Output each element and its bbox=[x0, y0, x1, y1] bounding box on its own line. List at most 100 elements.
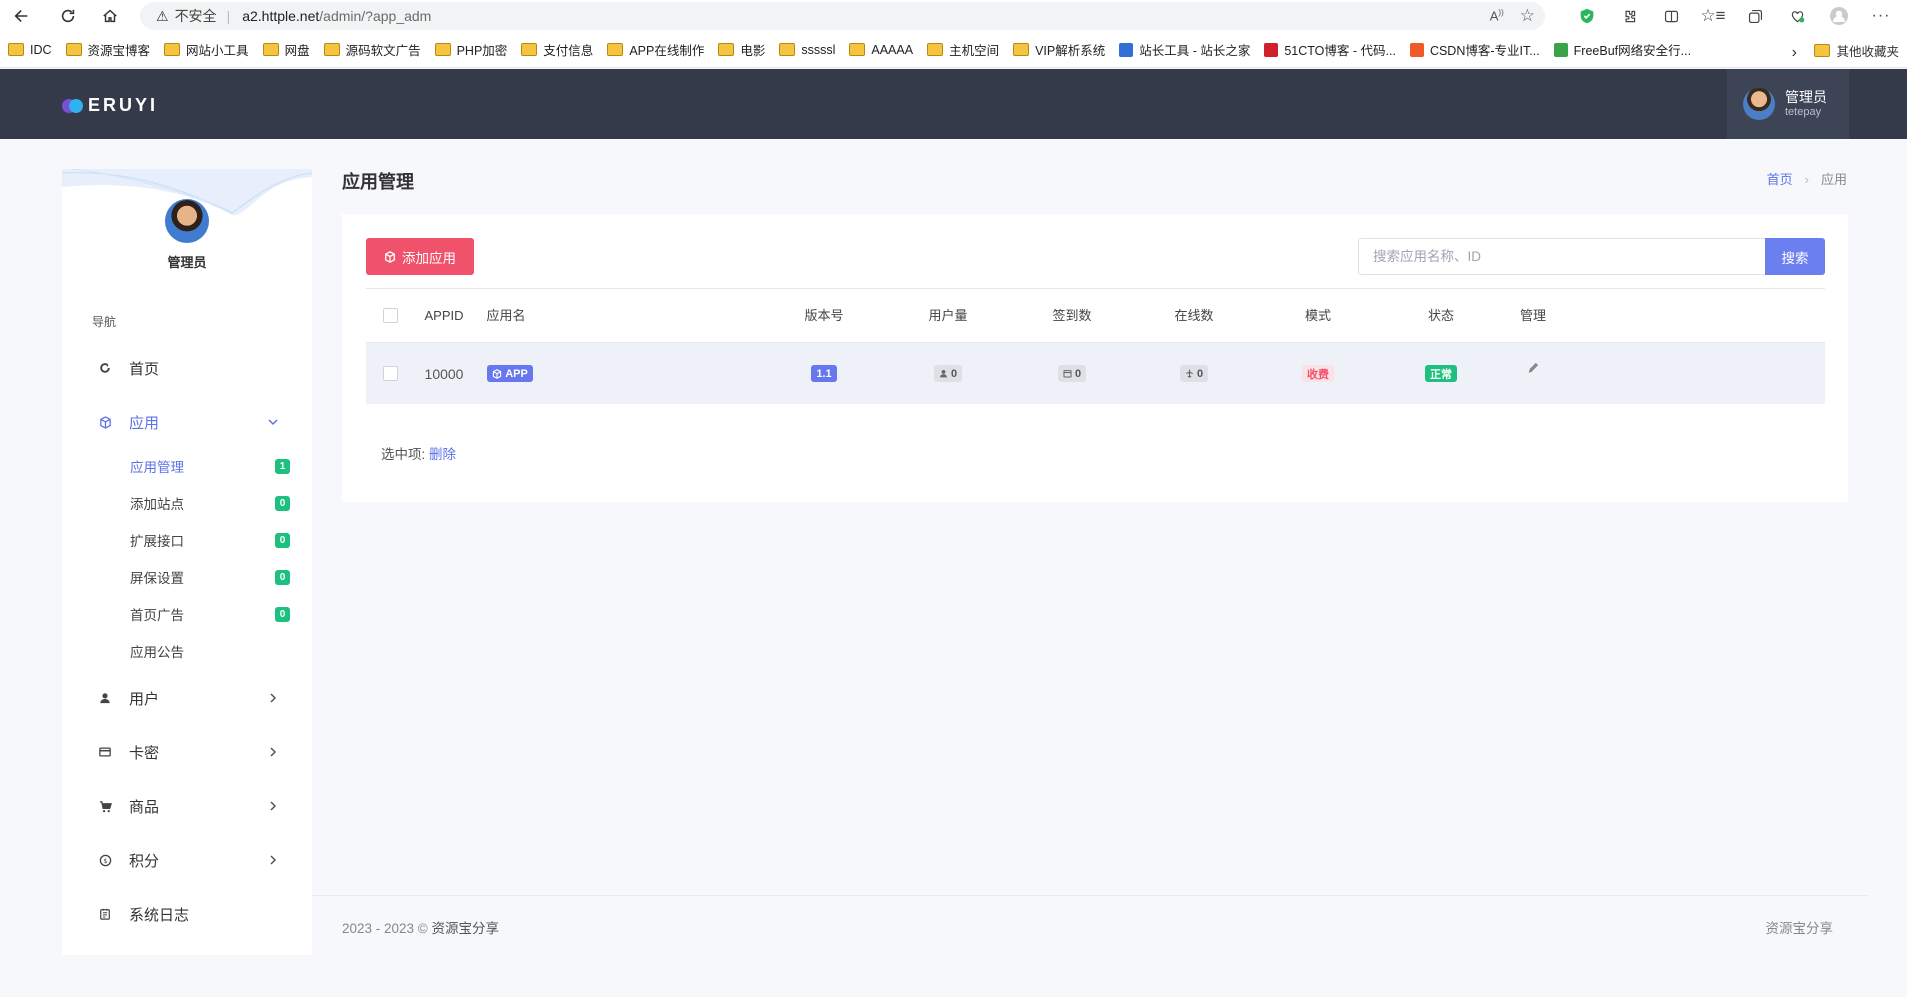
column-header[interactable]: 版本号 bbox=[794, 289, 854, 343]
plane-icon bbox=[1186, 369, 1193, 378]
read-aloud-icon[interactable]: A)) bbox=[1490, 8, 1504, 23]
bookmark-label: 51CTO博客 - 代码... bbox=[1284, 44, 1396, 58]
search-button[interactable]: 搜索 bbox=[1765, 238, 1825, 275]
profile-avatar[interactable] bbox=[165, 199, 209, 243]
column-header[interactable]: APPID bbox=[416, 289, 472, 343]
sidebar-item-apps[interactable]: 应用 bbox=[62, 402, 312, 442]
extensions-icon[interactable] bbox=[1619, 6, 1639, 26]
bookmark-item[interactable]: PHP加密 bbox=[434, 40, 508, 59]
sub-item-extension-api[interactable]: 扩展接口 0 bbox=[130, 527, 290, 553]
folder-icon bbox=[1814, 44, 1831, 57]
sidebar-item-products[interactable]: 商品 bbox=[62, 786, 312, 826]
bookmark-item[interactable]: 资源宝博客 bbox=[65, 40, 151, 59]
bookmark-label: 站长工具 - 站长之家 bbox=[1139, 44, 1251, 58]
column-header[interactable]: 用户量 bbox=[918, 289, 978, 343]
bookmark-label: 源码软文广告 bbox=[345, 44, 421, 58]
sub-item-screensaver[interactable]: 屏保设置 0 bbox=[130, 564, 290, 590]
bookmark-item[interactable]: 电影 bbox=[718, 40, 765, 59]
column-header[interactable]: 状态 bbox=[1411, 289, 1471, 343]
split-screen-icon[interactable] bbox=[1661, 6, 1681, 26]
sub-item-add-site[interactable]: 添加站点 0 bbox=[130, 490, 290, 516]
sidebar-item-users[interactable]: 用户 bbox=[62, 678, 312, 718]
bookmark-item[interactable]: 51CTO博客 - 代码... bbox=[1264, 40, 1396, 59]
sidebar-item-cards[interactable]: 卡密 bbox=[62, 732, 312, 772]
table-row[interactable]: 10000 APP 1.1 0 0 0 收费 正常 bbox=[366, 343, 1825, 404]
address-bar[interactable]: ⚠ 不安全 | a2.httple.net /admin/?app_adm A)… bbox=[140, 2, 1545, 30]
bookmark-label: 资源宝博客 bbox=[87, 44, 151, 58]
cell-manage bbox=[1503, 343, 1563, 404]
cart-icon bbox=[98, 799, 112, 813]
bookmark-item[interactable]: APP在线制作 bbox=[607, 40, 704, 59]
bookmarks-bar: IDC 资源宝博客 网站小工具 网盘 源码软文广告 PHP加密 支付信息 APP在线制作 电影 s… bbox=[0, 32, 1907, 68]
column-header[interactable]: 模式 bbox=[1288, 289, 1348, 343]
count-badge: 0 bbox=[275, 607, 290, 622]
select-all-checkbox[interactable] bbox=[383, 308, 398, 323]
bookmark-item[interactable]: 网盘 bbox=[262, 40, 310, 59]
logo[interactable]: ERUYI bbox=[62, 95, 158, 116]
profile-icon[interactable] bbox=[1829, 6, 1849, 26]
app-name-badge[interactable]: APP bbox=[487, 365, 533, 382]
other-bookmarks[interactable]: 其他收藏夹 bbox=[1814, 41, 1899, 60]
breadcrumb-home-link[interactable]: 首页 bbox=[1767, 172, 1793, 187]
breadcrumb: 首页 › 应用 bbox=[1767, 169, 1847, 188]
avatar bbox=[1743, 88, 1775, 120]
search-input[interactable] bbox=[1358, 238, 1766, 275]
performance-icon[interactable] bbox=[1787, 6, 1807, 26]
bookmark-item[interactable]: 主机空间 bbox=[927, 40, 999, 59]
bookmark-item[interactable]: sssssl bbox=[779, 43, 835, 57]
bookmark-item[interactable]: AAAAA bbox=[849, 43, 913, 57]
bookmark-label: FreeBuf网络安全行... bbox=[1573, 44, 1692, 58]
row-checkbox[interactable] bbox=[383, 366, 398, 381]
bookmark-item[interactable]: IDC bbox=[8, 43, 52, 57]
bookmark-item[interactable]: VIP解析系统 bbox=[1013, 40, 1105, 59]
version-badge: 1.1 bbox=[811, 365, 837, 382]
url-host: a2.httple.net bbox=[242, 8, 320, 24]
footer-copyright: 2023 - 2023 © 资源宝分享 bbox=[342, 921, 500, 936]
collections-icon[interactable] bbox=[1745, 6, 1765, 26]
selected-label: 选中项: bbox=[381, 447, 426, 462]
url-path: /admin/?app_adm bbox=[319, 8, 432, 24]
bookmark-label: PHP加密 bbox=[456, 44, 508, 58]
bookmark-item[interactable]: FreeBuf网络安全行... bbox=[1553, 40, 1692, 59]
chevron-right-icon bbox=[270, 747, 277, 757]
chevron-down-icon bbox=[268, 419, 278, 426]
bookmark-item[interactable]: CSDN博客-专业IT... bbox=[1409, 40, 1540, 59]
bookmark-item[interactable]: 站长工具 - 站长之家 bbox=[1119, 40, 1250, 59]
sub-item-app-management[interactable]: 应用管理 1 bbox=[130, 453, 290, 479]
sidebar-item-home[interactable]: 首页 bbox=[62, 348, 312, 388]
logo-mark-icon bbox=[62, 98, 84, 114]
user-menu[interactable]: 管理员 tetepay bbox=[1727, 69, 1849, 139]
cell-appid: 10000 bbox=[424, 365, 464, 382]
add-app-button[interactable]: 添加应用 bbox=[366, 238, 474, 275]
sidebar-item-system-log[interactable]: 系统日志 bbox=[62, 894, 312, 934]
home-icon[interactable] bbox=[94, 0, 126, 32]
folder-icon bbox=[1013, 43, 1030, 56]
back-icon[interactable] bbox=[6, 0, 38, 32]
bookmark-item[interactable]: 支付信息 bbox=[521, 40, 593, 59]
edit-pencil-icon[interactable] bbox=[1527, 361, 1540, 374]
footer-brand-link[interactable]: 资源宝分享 bbox=[432, 921, 500, 936]
cell-app-name[interactable]: APP bbox=[487, 343, 533, 404]
app-list-card: 添加应用 搜索 APPID 应用名 版本号 用户量 签到数 在线数 模式 状态 … bbox=[342, 214, 1848, 502]
bookmark-item[interactable]: 网站小工具 bbox=[164, 40, 249, 59]
favorite-star-icon[interactable]: ☆ bbox=[1520, 6, 1535, 26]
column-header[interactable]: 签到数 bbox=[1042, 289, 1102, 343]
folder-icon bbox=[521, 43, 538, 56]
sub-item-home-ads[interactable]: 首页广告 0 bbox=[130, 601, 290, 627]
user-icon bbox=[98, 691, 112, 705]
sidebar-item-points[interactable]: $ 积分 bbox=[62, 840, 312, 880]
delete-selected-link[interactable]: 删除 bbox=[429, 447, 456, 462]
column-header[interactable]: 在线数 bbox=[1164, 289, 1224, 343]
chevron-right-icon[interactable]: › bbox=[1792, 44, 1797, 62]
reload-icon[interactable] bbox=[52, 0, 84, 32]
shield-extension-icon[interactable] bbox=[1577, 6, 1597, 26]
bookmark-label: VIP解析系统 bbox=[1035, 44, 1106, 58]
column-header[interactable]: 应用名 bbox=[476, 289, 536, 343]
chevron-right-icon bbox=[270, 693, 277, 703]
nav-title: 导航 bbox=[92, 315, 117, 329]
favorites-icon[interactable]: ☆≡ bbox=[1700, 6, 1725, 26]
more-menu-icon[interactable]: ··· bbox=[1871, 6, 1891, 26]
bookmark-item[interactable]: 源码软文广告 bbox=[323, 40, 421, 59]
user-icon bbox=[939, 369, 947, 378]
sub-item-app-notice[interactable]: 应用公告 bbox=[130, 638, 290, 664]
